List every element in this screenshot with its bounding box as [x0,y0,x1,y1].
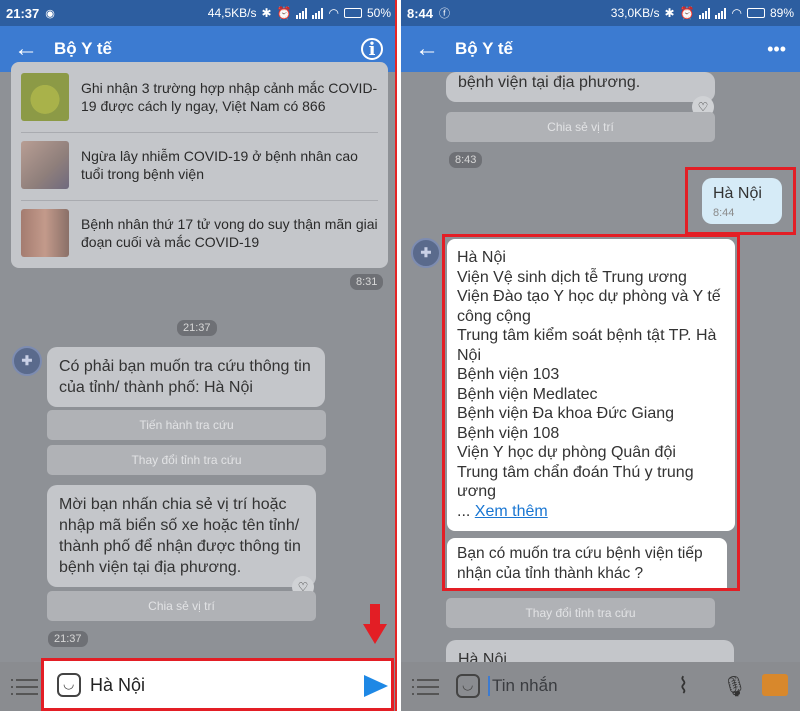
more-options-icon[interactable]: ••• [767,39,786,60]
bot-message: Mời bạn nhấn chia sẻ vị trí hoặc nhập mã… [47,485,316,587]
network-speed: 44,5KB/s [207,6,257,20]
highlight-box: Hà Nội Viện Vệ sinh dịch tễ Trung ương V… [442,234,740,591]
emoji-icon[interactable] [456,674,480,698]
bluetooth-icon: ✱ [664,6,675,20]
highlight-box: Hà Nội 8:44 [685,167,796,235]
see-more-row: ... Xem thêm [457,502,725,522]
message-input[interactable]: Hà Nội [90,675,145,696]
news-item[interactable]: Bệnh nhân thứ 17 tử vong do suy thận mãn… [21,202,378,264]
battery-icon [343,8,362,18]
message-time: 8:43 [449,152,483,168]
input-bar: Tin nhắn ⌇ 🎙 [401,662,800,711]
bot-question: Bạn có muốn tra cứu bệnh viện tiếp nhận … [447,538,727,588]
bot-message: Có phải bạn muốn tra cứu thông tin của t… [47,347,325,407]
list-item: Bệnh viện Đa khoa Đức Giang [457,405,675,422]
bot-message: bệnh viện tại địa phương. [446,72,715,102]
signal-icon [312,7,324,19]
news-card: Ghi nhận 3 trường hợp nhập cảnh mắc COVI… [11,62,388,268]
message-time: 21:37 [48,631,88,647]
list-item: Bệnh viện Medlatec [457,385,598,403]
image-gallery-icon[interactable] [762,674,788,696]
back-arrow-icon[interactable]: ← [14,35,54,63]
status-bar: 21:37 ◉ 44,5KB/s ✱ ⏰ ◠ 50% [0,0,397,26]
divider [21,200,378,201]
news-title: Bệnh nhân thứ 17 tử vong do suy thận mãn… [81,216,378,250]
share-location-button[interactable]: Chia sẻ vị trí [47,591,316,621]
date-separator: 21:37 [177,320,217,336]
ellipsis: ... [457,502,475,520]
list-item: Trung tâm chẩn đoán Thú y trung ương [457,463,694,501]
left-screenshot: 21:37 ◉ 44,5KB/s ✱ ⏰ ◠ 50% ← Bộ Y tế i G… [0,0,397,711]
list-item: Hà Nội [457,249,506,266]
news-thumbnail [21,141,69,189]
send-icon[interactable] [364,675,388,697]
news-item[interactable]: Ghi nhận 3 trường hợp nhập cảnh mắc COVI… [21,66,378,128]
alarm-icon: ⏰ [679,6,695,20]
wifi-icon: ◠ [731,6,742,20]
news-title: Ghi nhận 3 trường hợp nhập cảnh mắc COVI… [81,80,378,114]
signal-icon [699,7,711,19]
list-item: Bệnh viện 103 [457,366,560,383]
bot-avatar: ✚ [411,238,441,268]
battery-icon [746,8,765,18]
menu-list-icon[interactable] [412,679,439,695]
list-item: Bệnh viện 108 [457,424,560,442]
status-time: 8:44 [407,5,434,21]
message-time: 8:31 [350,274,384,290]
message-input-box[interactable]: Hà Nội [41,658,394,711]
change-province-button[interactable]: Thay đổi tỉnh tra cứu [47,445,326,475]
battery-level: 89% [769,6,794,20]
app-bar: ← Bộ Y tế ••• [401,26,800,72]
status-bar: 8:44 ⓕ 33,0KB/s ✱ ⏰ ◠ 89% [401,0,800,26]
arrow-down-icon [363,604,387,644]
info-icon[interactable]: i [361,38,383,60]
alarm-icon: ⏰ [276,6,292,20]
signal-icon [296,7,308,19]
attachment-icon[interactable]: ⌇ [678,673,689,699]
list-item: Viện Vệ sinh dịch tễ Trung ương [457,268,687,286]
list-item: Trung tâm kiểm soát bệnh tật TP. Hà Nội [457,327,717,364]
chat-title: Bộ Y tế [455,39,513,58]
right-screenshot: 8:44 ⓕ 33,0KB/s ✱ ⏰ ◠ 89% ← Bộ Y tế ••• … [401,0,800,711]
list-item: Viện Đào tạo Y học dự phòng và Y tế công… [457,288,721,325]
bluetooth-icon: ✱ [261,6,272,20]
news-thumbnail [21,209,69,257]
share-location-button[interactable]: Chia sẻ vị trí [446,112,715,142]
divider [21,132,378,133]
see-more-link[interactable]: Xem thêm [475,503,548,520]
wifi-icon: ◠ [328,6,339,20]
status-time: 21:37 [6,5,40,21]
messenger-icon: ◉ [45,7,55,20]
network-speed: 33,0KB/s [610,6,660,20]
battery-level: 50% [366,6,391,20]
message-time: 8:44 [713,207,735,219]
bot-avatar: ✚ [12,346,42,376]
change-province-button[interactable]: Thay đổi tỉnh tra cứu [446,598,715,628]
user-message: Hà Nội 8:44 [702,178,782,224]
signal-icon [715,7,727,19]
microphone-icon[interactable]: 🎙 [722,674,747,699]
facebook-icon: ⓕ [439,8,451,20]
back-arrow-icon[interactable]: ← [415,35,455,63]
hospital-list: Hà Nội Viện Vệ sinh dịch tễ Trung ương V… [447,239,735,531]
search-button[interactable]: Tiến hành tra cứu [47,410,326,440]
message-input[interactable]: Tin nhắn [492,676,558,696]
user-message-text: Hà Nội [713,185,762,202]
news-item[interactable]: Ngừa lây nhiễm COVID-19 ở bệnh nhân cao … [21,134,378,196]
text-cursor [488,676,490,696]
news-title: Ngừa lây nhiễm COVID-19 ở bệnh nhân cao … [81,148,358,182]
chat-title: Bộ Y tế [54,39,112,58]
list-item: Viện Y học dự phòng Quân đội [457,444,676,461]
menu-list-icon[interactable] [11,679,38,695]
emoji-icon[interactable] [57,673,81,697]
news-thumbnail [21,73,69,121]
